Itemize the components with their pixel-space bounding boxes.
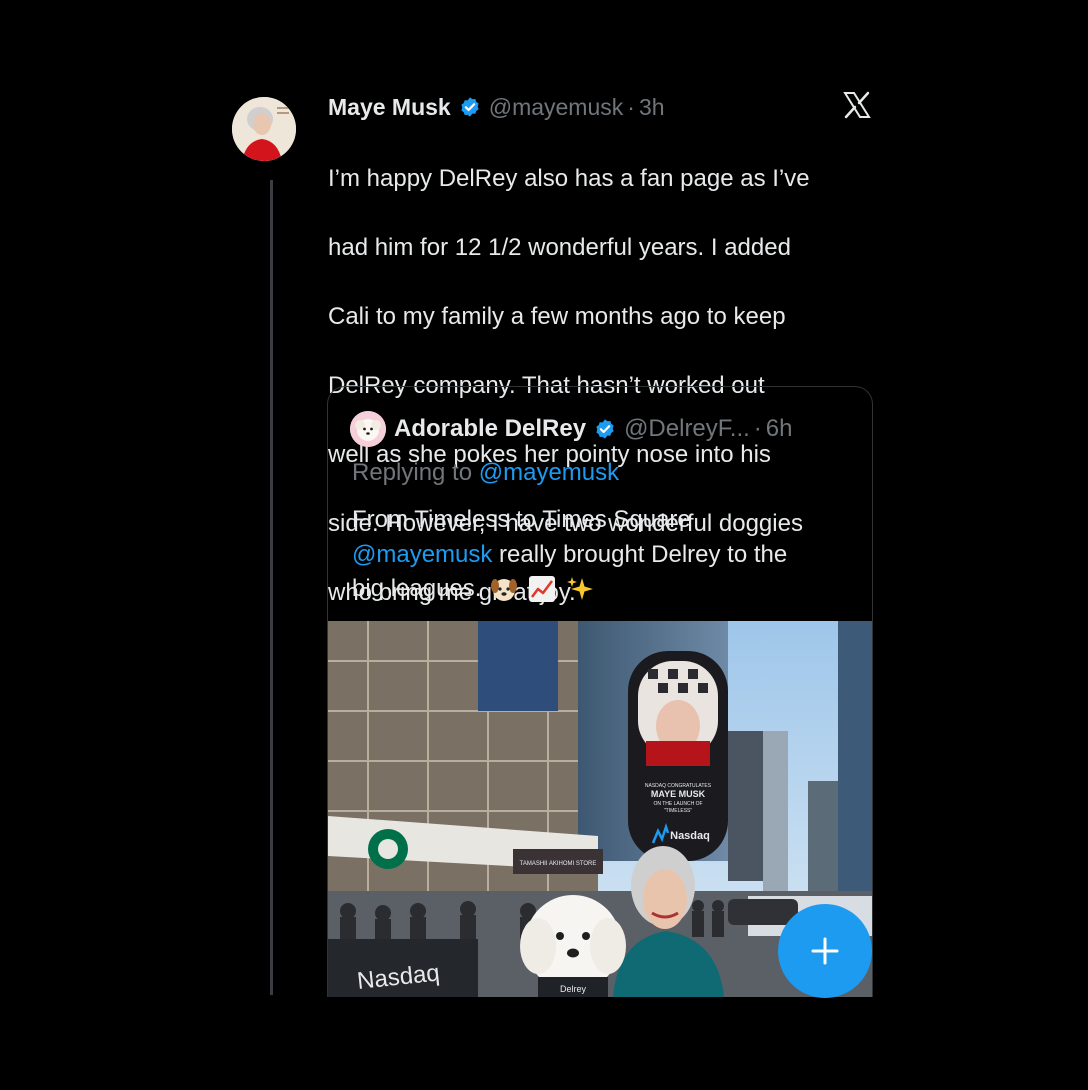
tweet-text-line: I’m happy DelRey also has a fan page as … xyxy=(328,164,810,192)
billboard-text: MAYE MUSK xyxy=(651,789,706,799)
replying-to-handle-link[interactable]: @mayemusk xyxy=(479,459,619,486)
quoted-tweet-header: Adorable DelRey @DelreyF... · 6h xyxy=(350,411,792,447)
separator-dot: · xyxy=(627,93,635,120)
store-sign-text: TAMASHII AKIHOMI STORE xyxy=(520,861,597,867)
avatar-image xyxy=(232,97,296,161)
verified-badge-icon xyxy=(596,419,614,439)
tweet-timestamp[interactable]: 3h xyxy=(639,94,665,121)
quoted-text-line: big leagues. xyxy=(352,572,862,607)
tweet-text-line: had him for 12 1/2 wonderful years. I ad… xyxy=(328,233,791,261)
replying-to-label: Replying to xyxy=(352,459,473,486)
billboard-text: ON THE LAUNCH OF xyxy=(653,801,702,807)
x-logo-icon xyxy=(843,91,871,119)
separator-dot: · xyxy=(753,415,762,442)
quoted-text-segment: big leagues. xyxy=(352,575,482,602)
dog-face-emoji-icon xyxy=(491,579,518,602)
quoted-text-line: @mayemusk really brought Delrey to the xyxy=(352,538,862,573)
plus-icon xyxy=(811,937,839,965)
verified-badge-icon xyxy=(461,97,479,117)
dog-tag-text: Delrey xyxy=(560,984,587,994)
replying-to-line: Replying to @mayemusk xyxy=(352,459,619,487)
billboard-nasdaq-text: Nasdaq xyxy=(670,830,710,842)
sparkles-emoji-icon xyxy=(567,577,594,601)
thread-connector-line xyxy=(270,180,273,995)
billboard-text: "TIMELESS" xyxy=(664,808,693,814)
quoted-author-name[interactable]: Adorable DelRey xyxy=(394,415,586,443)
tweet-header: Maye Musk @mayemusk · 3h xyxy=(328,90,665,124)
tweet-text-line: Cali to my family a few months ago to ke… xyxy=(328,302,786,330)
author-name[interactable]: Maye Musk xyxy=(328,94,451,121)
dog-avatar-image xyxy=(350,411,386,447)
quoted-tweet-timestamp[interactable]: 6h xyxy=(766,415,793,443)
quoted-text-segment: really brought Delrey to the xyxy=(492,540,788,568)
quoted-tweet-text: From Timeless to Times Square @mayemusk … xyxy=(352,503,862,607)
quoted-text-line: From Timeless to Times Square xyxy=(352,506,691,533)
author-avatar[interactable] xyxy=(232,97,296,161)
quoted-author-handle[interactable]: @DelreyF... xyxy=(624,415,750,443)
quoted-tweet-card[interactable]: Adorable DelRey @DelreyF... · 6h Replyin… xyxy=(327,386,873,997)
author-handle[interactable]: @mayemusk xyxy=(489,94,624,121)
chart-increasing-emoji-icon xyxy=(529,576,556,603)
compose-post-button[interactable] xyxy=(778,904,872,998)
mention-link[interactable]: @mayemusk xyxy=(352,541,492,568)
quoted-author-avatar[interactable] xyxy=(350,411,386,447)
